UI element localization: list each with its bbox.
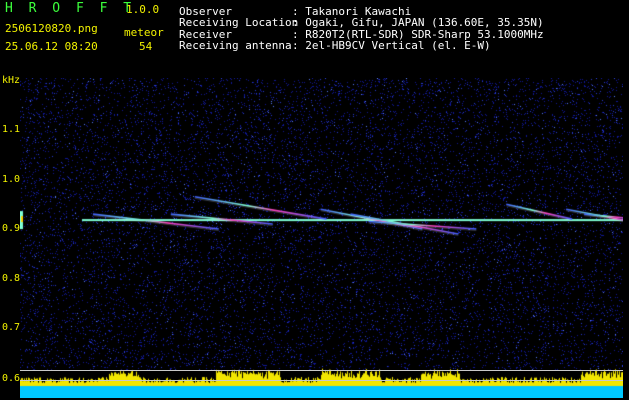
y-tick: 0.8 [2, 273, 21, 284]
y-axis-unit: kHz [2, 75, 21, 86]
level-guide-line [20, 380, 623, 381]
app-version: 1.0.0 [126, 3, 160, 16]
meteor-label: meteor [124, 26, 164, 39]
spectrogram-canvas [20, 78, 623, 398]
antenna-value: : 2el-HB9CV Vertical (el. E-W) [292, 39, 491, 52]
meteor-count: 54 [139, 40, 153, 53]
y-tick: 0.7 [2, 322, 21, 333]
y-tick: 1.1 [2, 124, 21, 135]
level-guide-line [20, 370, 623, 371]
y-tick: 0.6 [2, 373, 21, 384]
antenna-label: Receiving antenna [179, 39, 292, 52]
file-name: 2506120820.png [5, 22, 98, 35]
file-datetime: 25.06.12 08:20 [5, 40, 98, 53]
y-tick: 0.9 [2, 223, 21, 234]
spectrogram [20, 78, 623, 398]
y-tick: 1.0 [2, 174, 21, 185]
app-title: H R O F F T [5, 1, 136, 16]
